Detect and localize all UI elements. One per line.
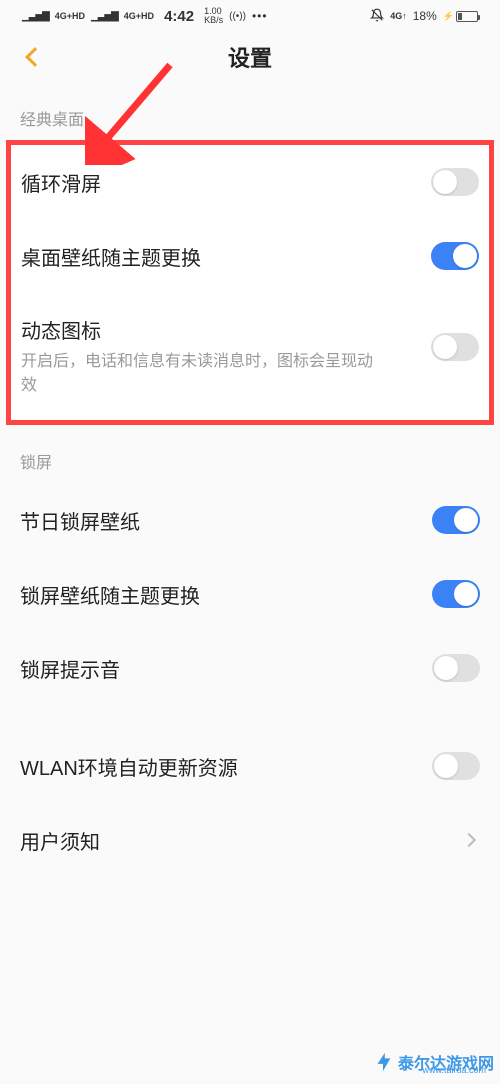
toggle-switch[interactable] — [431, 242, 479, 270]
toggle-switch[interactable] — [432, 580, 480, 608]
toggle-switch[interactable] — [432, 752, 480, 780]
section-header-desktop: 经典桌面 — [0, 82, 500, 140]
header: 设置 — [0, 32, 500, 82]
network-indicator: 4G↑ — [390, 11, 407, 21]
watermark-url: www.tairda.com — [422, 1065, 486, 1075]
setting-lock-sound[interactable]: 锁屏提示音 — [20, 631, 480, 705]
watermark-logo-icon — [372, 1051, 394, 1073]
battery-icon: ⚡ — [443, 11, 478, 22]
toggle-switch[interactable] — [431, 168, 479, 196]
chevron-left-icon — [25, 47, 45, 67]
setting-description: 开启后，电话和信息有未读消息时，图标会呈现动效 — [21, 350, 431, 398]
setting-label: 用户须知 — [20, 826, 100, 855]
setting-user-notice[interactable]: 用户须知 — [20, 803, 480, 877]
section-header-lockscreen: 锁屏 — [0, 425, 500, 483]
setting-label: 循环滑屏 — [21, 168, 431, 197]
status-left: ▁▃▅▇ 4G+HD ▁▃▅▇ 4G+HD 4:42 1.00KB/s ((•)… — [22, 7, 268, 25]
setting-wallpaper-theme[interactable]: 桌面壁纸随主题更换 — [11, 219, 489, 293]
setting-dynamic-icons[interactable]: 动态图标 开启后，电话和信息有未读消息时，图标会呈现动效 — [11, 293, 489, 420]
battery-percent: 18% — [413, 9, 437, 23]
clock-time: 4:42 — [164, 8, 194, 25]
network-label-2: 4G+HD — [124, 11, 154, 21]
toggle-switch[interactable] — [432, 654, 480, 682]
network-label-1: 4G+HD — [55, 11, 85, 21]
back-button[interactable] — [20, 42, 50, 72]
toggle-switch[interactable] — [432, 506, 480, 534]
page-title: 设置 — [228, 41, 272, 73]
data-speed: 1.00KB/s — [204, 7, 223, 25]
setting-loop-scroll[interactable]: 循环滑屏 — [11, 145, 489, 219]
signal-bars-icon: ▁▃▅▇ — [91, 11, 118, 22]
setting-wlan-auto-update[interactable]: WLAN环境自动更新资源 — [20, 729, 480, 803]
highlighted-settings-group: 循环滑屏 桌面壁纸随主题更换 动态图标 开启后，电话和信息有未读消息时，图标会呈… — [6, 140, 494, 425]
setting-label: 动态图标 — [21, 315, 431, 344]
signal-bars-icon: ▁▃▅▇ — [22, 11, 49, 22]
setting-lock-wallpaper-theme[interactable]: 锁屏壁纸随主题更换 — [20, 557, 480, 631]
setting-label: 节日锁屏壁纸 — [20, 506, 140, 535]
hotspot-icon: ((•)) — [229, 11, 246, 22]
watermark: 泰尔达游戏网 www.tairda.com — [372, 1050, 494, 1074]
toggle-switch[interactable] — [431, 333, 479, 361]
more-dots-icon: ••• — [252, 9, 268, 23]
setting-label: 锁屏提示音 — [20, 654, 120, 683]
status-bar: ▁▃▅▇ 4G+HD ▁▃▅▇ 4G+HD 4:42 1.00KB/s ((•)… — [0, 0, 500, 32]
chevron-right-icon — [462, 833, 476, 847]
status-right: 4G↑ 18% ⚡ — [370, 8, 478, 25]
setting-holiday-wallpaper[interactable]: 节日锁屏壁纸 — [20, 483, 480, 557]
setting-label: WLAN环境自动更新资源 — [20, 752, 238, 781]
setting-label: 桌面壁纸随主题更换 — [21, 242, 431, 271]
setting-label: 锁屏壁纸随主题更换 — [20, 580, 200, 609]
bell-off-icon — [370, 8, 384, 25]
